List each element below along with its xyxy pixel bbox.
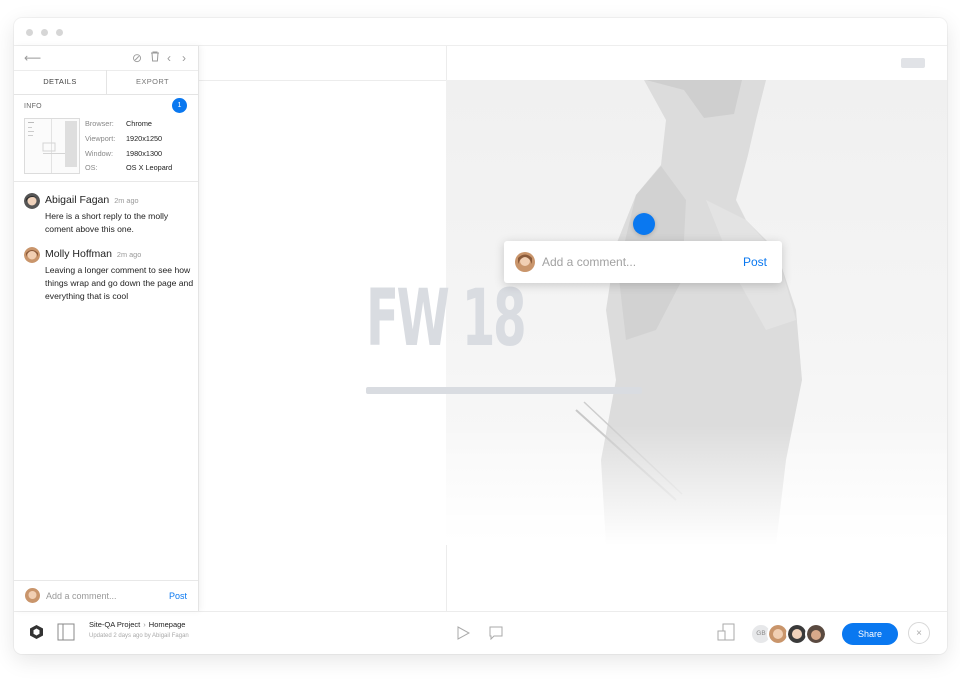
devices-icon[interactable] (717, 623, 735, 641)
comment-author: Abigail Fagan (45, 194, 110, 206)
window-chrome (14, 18, 947, 46)
info-viewport: Viewport: 1920x1250 (85, 134, 163, 143)
panel-tabs: DETAILS EXPORT (14, 70, 198, 95)
avatar (24, 193, 40, 209)
chevron-right-icon[interactable]: › (182, 51, 186, 65)
window-minimize-dot[interactable] (41, 29, 48, 36)
comment-popup: Add a comment... Post (504, 241, 782, 283)
breadcrumb: Site-QA Project › Homepage (89, 620, 186, 629)
comment-text: Here is a short reply to the molly comen… (45, 211, 169, 234)
page-menu-button[interactable] (901, 58, 925, 68)
post-button[interactable]: Post (743, 255, 767, 269)
info-label: INFO (24, 103, 42, 110)
panel-toolbar: ⟵ ⊘ ‹ › (14, 46, 198, 71)
app-logo-icon[interactable] (29, 624, 44, 640)
chevron-left-icon[interactable]: ‹ (167, 51, 171, 65)
sidebar-toggle-icon[interactable] (57, 623, 75, 641)
details-panel: ⟵ ⊘ ‹ › DETAILS EXPORT INFO 1 Browser: C… (14, 46, 199, 611)
tab-export[interactable]: EXPORT (107, 70, 198, 94)
tab-details[interactable]: DETAILS (14, 70, 107, 94)
avatar (24, 247, 40, 263)
hero-title: FW 18 (366, 274, 527, 364)
bottom-toolbar: Site-QA Project › Homepage Updated 2 days … (14, 611, 947, 654)
avatar (25, 588, 40, 603)
info-os: OS: OS X Leopard (85, 163, 173, 172)
post-button[interactable]: Post (169, 591, 187, 601)
panel-comment-box: Add a comment... Post (14, 580, 198, 611)
comment-icon[interactable] (489, 626, 503, 640)
comment-input[interactable]: Add a comment... (46, 591, 117, 601)
window-close-dot[interactable] (26, 29, 33, 36)
comment-author: Molly Hoffman (45, 248, 112, 260)
comment-time: 2m ago (114, 196, 139, 205)
avatar[interactable] (805, 623, 827, 645)
breadcrumb-project[interactable]: Site-QA Project (89, 620, 140, 629)
screenshot-thumbnail[interactable] (24, 118, 80, 174)
comment-pin[interactable] (633, 213, 655, 235)
window-maximize-dot[interactable] (56, 29, 63, 36)
resolve-icon[interactable]: ⊘ (132, 51, 142, 65)
share-button[interactable]: Share (842, 623, 898, 645)
comment-text: Leaving a longer comment to see how thin… (45, 265, 194, 301)
close-icon[interactable]: × (908, 622, 930, 644)
back-arrow-icon[interactable]: ⟵ (24, 51, 41, 65)
info-browser: Browser: Chrome (85, 119, 152, 128)
avatar (515, 252, 535, 272)
app-window: FW 18 Add a comment... Post ⟵ ⊘ ‹ › DETA… (14, 18, 947, 654)
update-info: Updated 2 days ago by Abigail Fagan (89, 633, 189, 639)
info-count-badge: 1 (172, 98, 187, 113)
comment-time: 2m ago (116, 250, 142, 259)
trash-icon[interactable] (150, 51, 160, 65)
comment-input[interactable]: Add a comment... (542, 255, 636, 269)
play-icon[interactable] (457, 626, 470, 640)
breadcrumb-page[interactable]: Homepage (149, 620, 186, 629)
info-window: Window: 1980x1300 (85, 149, 163, 158)
hero-underline (366, 387, 642, 394)
